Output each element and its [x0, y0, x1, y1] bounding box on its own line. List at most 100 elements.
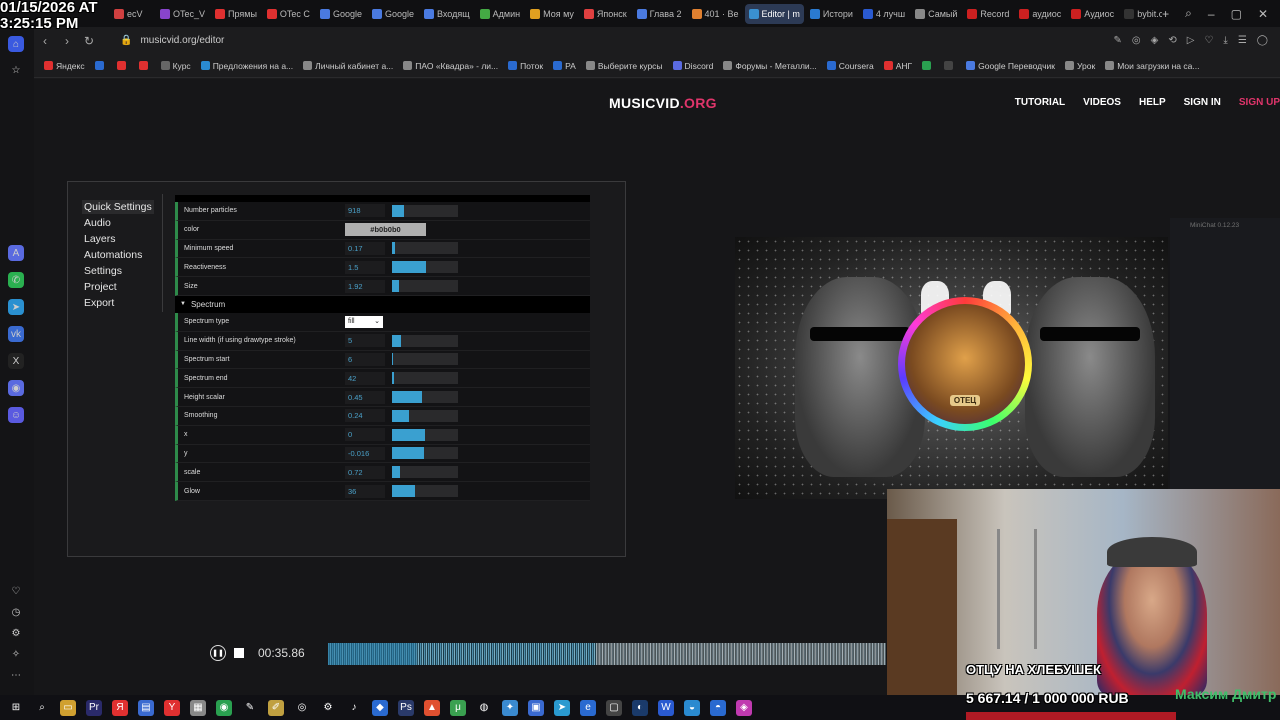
url-field[interactable]: 🔒 musicvid.org/editor: [120, 35, 224, 46]
favorites-icon[interactable]: ♡: [8, 583, 24, 599]
utorrent-icon[interactable]: μ: [450, 699, 466, 716]
maximize-icon[interactable]: ▢: [1231, 7, 1242, 21]
menu-export[interactable]: Export: [82, 296, 154, 310]
telegram-taskbar-icon[interactable]: ➤: [554, 699, 570, 716]
file-explorer-icon[interactable]: ▭: [60, 699, 76, 716]
menu-quick-settings[interactable]: Quick Settings: [82, 200, 154, 214]
telegram-icon[interactable]: ➤: [8, 299, 24, 315]
vk-icon[interactable]: vk: [8, 326, 24, 342]
nav-videos[interactable]: VIDEOS: [1083, 97, 1121, 108]
capture-icon[interactable]: ▢: [606, 699, 622, 716]
setting-slider[interactable]: [392, 204, 458, 217]
browser-tab[interactable]: аудиос: [1015, 4, 1065, 24]
browser-tab[interactable]: Record: [963, 4, 1013, 24]
heart-icon[interactable]: ♡: [1204, 35, 1213, 46]
setting-value-input[interactable]: 0.45: [345, 390, 385, 404]
bookmark-item[interactable]: Урок: [1065, 61, 1095, 71]
browser-tab[interactable]: Японск: [580, 4, 631, 24]
setting-slider[interactable]: [392, 242, 458, 255]
browser-tab[interactable]: Входящ: [420, 4, 474, 24]
bookmark-item[interactable]: [94, 61, 107, 70]
whatsapp-icon[interactable]: ✆: [8, 272, 24, 288]
bookmark-item[interactable]: [116, 61, 129, 70]
bookmark-item[interactable]: Мои загрузки на са...: [1105, 61, 1199, 71]
nav-sign-in[interactable]: SIGN IN: [1184, 97, 1221, 108]
new-tab-icon[interactable]: +: [1162, 7, 1169, 21]
bookmark-item[interactable]: Coursera: [826, 61, 874, 71]
app-icon[interactable]: A: [8, 245, 24, 261]
history-icon[interactable]: ◷: [8, 604, 24, 620]
menu-automations[interactable]: Automations: [82, 248, 154, 262]
setting-value-input[interactable]: -0.016: [345, 446, 385, 460]
stream-icon[interactable]: ♪: [346, 700, 362, 716]
bookmark-item[interactable]: Поток: [508, 61, 543, 71]
search-icon[interactable]: ⌕: [34, 700, 50, 716]
bookmark-item[interactable]: Google Переводчик: [966, 61, 1055, 71]
brave-icon[interactable]: ▲: [424, 699, 440, 716]
minimize-icon[interactable]: –: [1208, 7, 1215, 21]
x-icon[interactable]: X: [8, 353, 24, 369]
setting-value-input[interactable]: 0.24: [345, 409, 385, 423]
star-icon[interactable]: ☆: [8, 62, 24, 78]
color-picker[interactable]: #b0b0b0: [345, 223, 426, 237]
bookmark-item[interactable]: [944, 61, 956, 70]
photoshop-icon[interactable]: Ps: [398, 699, 414, 716]
bookmark-item[interactable]: Выберите курсы: [585, 61, 663, 71]
menu-project[interactable]: Project: [82, 280, 154, 294]
browser-tab[interactable]: Google: [316, 4, 366, 24]
bookmark-item[interactable]: Discord: [672, 61, 713, 71]
setting-slider[interactable]: [392, 280, 458, 293]
browser-tab[interactable]: Аудиос: [1067, 4, 1118, 24]
window-app-icon[interactable]: ▤: [138, 699, 154, 716]
app-frame-icon[interactable]: ▣: [528, 699, 544, 716]
yandex-icon[interactable]: Я: [112, 699, 128, 716]
edit-icon[interactable]: ✎: [1114, 35, 1122, 46]
bookmark-item[interactable]: [922, 61, 934, 70]
waveform-scrubber[interactable]: [328, 643, 886, 665]
profile-icon[interactable]: ◯: [1257, 35, 1268, 46]
gear-icon[interactable]: ⚙: [320, 700, 336, 716]
setting-slider[interactable]: [392, 334, 458, 347]
browser-tab[interactable]: 4 лучш: [859, 4, 909, 24]
bot-icon[interactable]: ☺: [8, 407, 24, 423]
nav-sign-up[interactable]: SIGN UP: [1239, 97, 1280, 108]
setting-value-input[interactable]: 6: [345, 352, 385, 366]
browser-tab[interactable]: Самый: [911, 4, 961, 24]
yandex-browser-icon[interactable]: Y: [164, 699, 180, 716]
menu-layers[interactable]: Layers: [82, 232, 154, 246]
browser-icon[interactable]: ◒: [684, 699, 700, 716]
browser-tab[interactable]: Google: [368, 4, 418, 24]
spectrum-type-select[interactable]: fill ⌄: [345, 315, 383, 328]
browser-tab[interactable]: OTec C: [263, 4, 314, 24]
edge-icon[interactable]: e: [580, 699, 596, 716]
bookmark-item[interactable]: АНГ: [883, 61, 912, 71]
bookmark-item[interactable]: [138, 61, 151, 70]
setting-slider[interactable]: [392, 261, 458, 274]
browser-tab[interactable]: Прямы: [211, 4, 261, 24]
pen-icon[interactable]: ✐: [268, 699, 284, 716]
setting-value-input[interactable]: 5: [345, 334, 385, 348]
setting-value-input[interactable]: 0: [345, 428, 385, 442]
word-icon[interactable]: W: [658, 699, 674, 716]
site-logo[interactable]: MUSICVID.ORG: [609, 95, 717, 111]
setting-slider[interactable]: [392, 466, 458, 479]
nav-tutorial[interactable]: TUTORIAL: [1015, 97, 1065, 108]
tips-icon[interactable]: ✧: [8, 646, 24, 662]
search-tabs-icon[interactable]: ⌕: [1185, 6, 1192, 21]
home-icon[interactable]: ⌂: [8, 36, 24, 52]
setting-value-input[interactable]: 1.5: [345, 260, 385, 274]
setting-slider[interactable]: [392, 485, 458, 498]
stop-button[interactable]: [234, 648, 244, 658]
reload-icon[interactable]: ↻: [78, 34, 100, 48]
chrome-icon[interactable]: ◉: [216, 699, 232, 716]
close-icon[interactable]: ✕: [1258, 7, 1268, 21]
setting-slider[interactable]: [392, 391, 458, 404]
browser-tab[interactable]: OTec_V: [156, 4, 209, 24]
misc-app-icon[interactable]: ◈: [736, 699, 752, 716]
download-icon[interactable]: ⤓: [1223, 35, 1227, 46]
bookmark-item[interactable]: Предложения на а...: [200, 61, 293, 71]
spectrum-section-header[interactable]: ▼ Spectrum: [175, 295, 590, 313]
bookmark-item[interactable]: РА: [553, 61, 576, 71]
bookmark-item[interactable]: Личный кабинет а...: [303, 61, 393, 71]
back-icon[interactable]: ‹: [34, 34, 56, 48]
